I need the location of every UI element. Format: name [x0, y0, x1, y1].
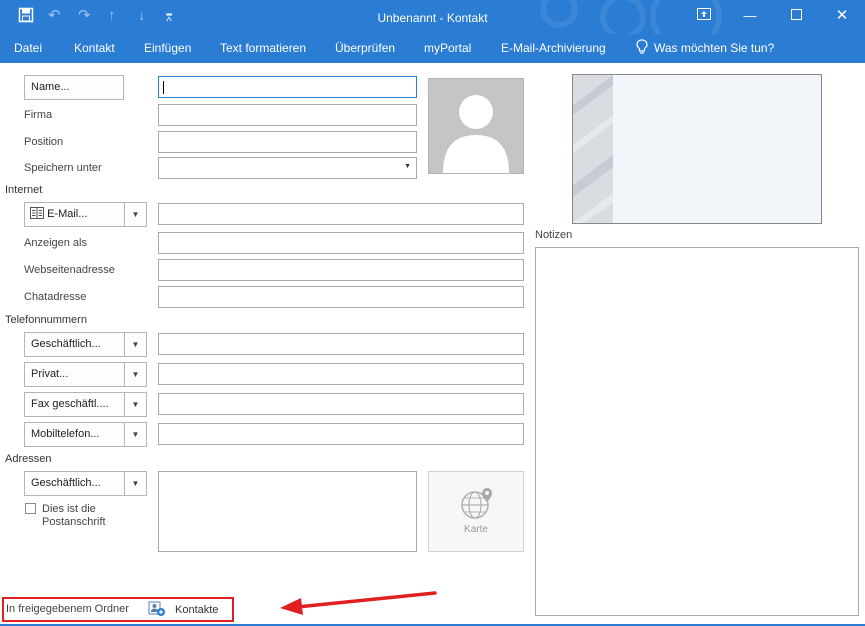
business-address-label: Geschäftlich...: [31, 477, 101, 489]
address-textarea[interactable]: [158, 471, 417, 552]
globe-pin-icon: [461, 488, 492, 519]
file-as-select[interactable]: ▼: [158, 157, 417, 179]
business-fax-label: Fax geschäftl....: [31, 398, 109, 410]
contact-photo[interactable]: [428, 78, 524, 174]
company-label: Firma: [24, 109, 53, 121]
email-dropdown-button[interactable]: E-Mail... ▼: [24, 202, 147, 227]
contacts-folder-icon: [148, 601, 165, 616]
notes-textarea[interactable]: [535, 247, 859, 616]
postal-checkbox-label-line1: Dies ist die: [42, 503, 96, 515]
person-silhouette-icon: [443, 95, 509, 173]
map-button-label: Karte: [464, 524, 488, 535]
name-button[interactable]: Name...: [24, 75, 124, 100]
tab-kontakt[interactable]: Kontakt: [74, 41, 115, 55]
chevron-down-icon[interactable]: ▼: [124, 423, 146, 446]
email-field[interactable]: [158, 203, 524, 225]
annotation-arrow: [280, 591, 437, 615]
tab-text-formatieren[interactable]: Text formatieren: [220, 41, 306, 55]
business-card-preview[interactable]: [572, 74, 822, 224]
shared-folder-indicator: In freigegebenem Ordner Kontakte: [2, 597, 234, 622]
tab-datei[interactable]: Datei: [14, 41, 42, 55]
business-fax-field[interactable]: [158, 393, 524, 415]
tab-ueberpruefen[interactable]: Überprüfen: [335, 41, 395, 55]
business-phone-field[interactable]: [158, 333, 524, 355]
address-section-label: Adressen: [5, 453, 52, 465]
im-address-label: Chatadresse: [24, 291, 87, 303]
chevron-down-icon[interactable]: ▼: [124, 472, 146, 495]
file-as-label: Speichern unter: [24, 162, 102, 174]
chevron-down-icon[interactable]: ▼: [124, 203, 146, 226]
business-fax-dropdown[interactable]: Fax geschäftl.... ▼: [24, 392, 147, 417]
title-bar: ↶ ↷ ↑ ↓ ⩞ Unbenannt - Kontakt — ✕: [0, 0, 865, 52]
lightbulb-icon: [636, 39, 648, 58]
chevron-down-icon[interactable]: ▼: [124, 363, 146, 386]
maximize-icon[interactable]: [784, 5, 808, 27]
home-phone-dropdown[interactable]: Privat... ▼: [24, 362, 147, 387]
card-decoration: [573, 75, 613, 223]
chevron-down-icon: ▼: [404, 163, 411, 170]
business-phone-label: Geschäftlich...: [31, 338, 101, 350]
mobile-phone-dropdown[interactable]: Mobiltelefon... ▼: [24, 422, 147, 447]
web-address-field[interactable]: [158, 259, 524, 281]
close-icon[interactable]: ✕: [830, 5, 854, 27]
display-as-field[interactable]: [158, 232, 524, 254]
tab-myportal[interactable]: myPortal: [424, 41, 471, 55]
tab-email-archivierung[interactable]: E-Mail-Archivierung: [501, 41, 606, 55]
internet-section-label: Internet: [5, 184, 43, 196]
chevron-down-icon[interactable]: ▼: [124, 393, 146, 416]
web-address-label: Webseitenadresse: [24, 264, 115, 276]
minimize-icon[interactable]: —: [738, 5, 762, 27]
tell-me-search[interactable]: Was möchten Sie tun?: [654, 41, 774, 55]
home-phone-field[interactable]: [158, 363, 524, 385]
tab-einfuegen[interactable]: Einfügen: [144, 41, 191, 55]
ribbon-display-icon[interactable]: [692, 5, 716, 27]
mobile-phone-label: Mobiltelefon...: [31, 428, 100, 440]
position-label: Position: [24, 136, 64, 148]
mobile-phone-field[interactable]: [158, 423, 524, 445]
business-phone-dropdown[interactable]: Geschäftlich... ▼: [24, 332, 147, 357]
map-button[interactable]: Karte: [428, 471, 524, 552]
postal-address-checkbox[interactable]: [25, 503, 36, 514]
text-cursor: [163, 81, 164, 94]
business-address-dropdown[interactable]: Geschäftlich... ▼: [24, 471, 147, 496]
company-field[interactable]: [158, 104, 417, 126]
display-as-label: Anzeigen als: [24, 237, 87, 249]
folder-name[interactable]: Kontakte: [175, 604, 218, 616]
full-name-field[interactable]: [158, 76, 417, 98]
chevron-down-icon[interactable]: ▼: [124, 333, 146, 356]
home-phone-label: Privat...: [31, 368, 69, 380]
position-field[interactable]: [158, 131, 417, 153]
window-title: Unbenannt - Kontakt: [377, 11, 488, 25]
ribbon-tabs: Datei Kontakt Einfügen Text formatieren …: [0, 34, 865, 63]
email-button-label: E-Mail...: [47, 208, 88, 220]
im-address-field[interactable]: [158, 286, 524, 308]
address-book-icon: [30, 207, 44, 219]
notes-label: Notizen: [535, 229, 573, 241]
shared-folder-label: In freigegebenem Ordner: [6, 603, 129, 615]
phone-section-label: Telefonnummern: [5, 314, 87, 326]
postal-checkbox-label-line2: Postanschrift: [42, 516, 106, 528]
